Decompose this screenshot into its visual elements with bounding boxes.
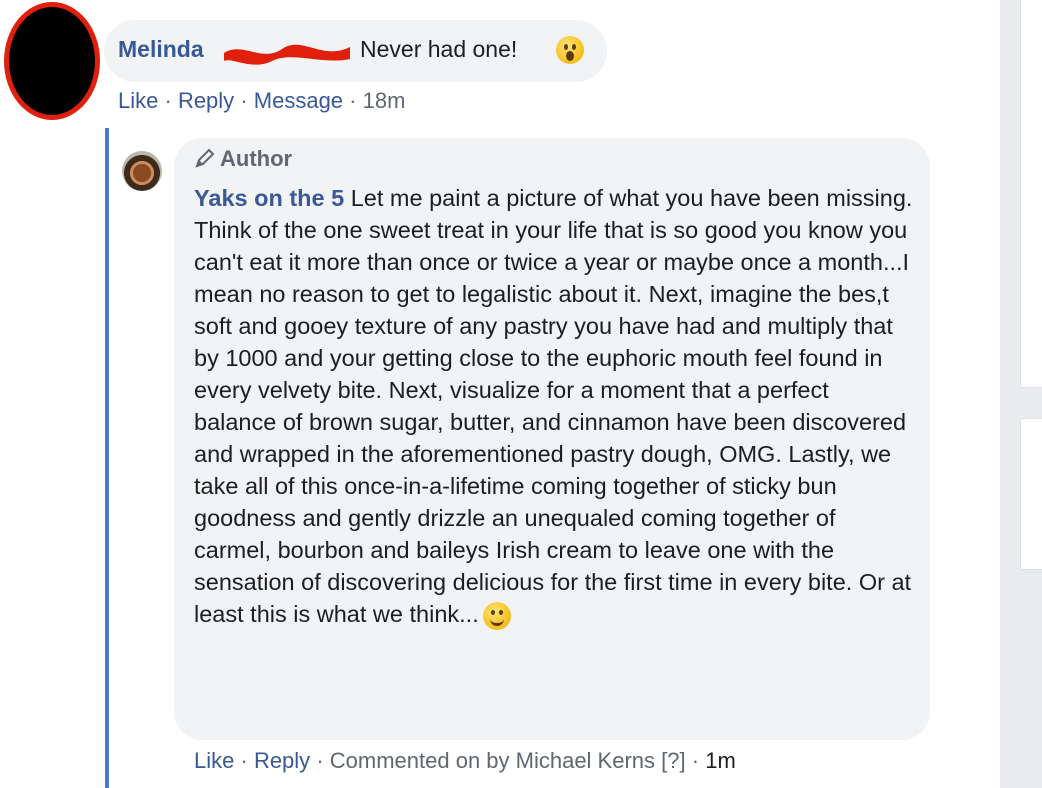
like-link[interactable]: Like [194,748,234,773]
commented-by-text: Commented on by Michael Kerns [329,748,656,773]
separator: · [240,748,248,773]
smile-emoji-icon [482,601,511,630]
timestamp[interactable]: 18m [363,88,406,113]
comment-author-link[interactable]: Melinda [118,36,204,63]
sidebar-card [1020,0,1042,388]
author-badge-label: Author [220,146,293,171]
separator: · [349,88,357,113]
sidebar-card [1020,418,1042,570]
avatar-redacted[interactable] [4,2,100,120]
like-link[interactable]: Like [118,88,158,113]
separator: · [691,748,700,773]
reply-body: Yaks on the 5 Let me paint a picture of … [194,182,916,630]
pencil-icon [195,148,215,168]
reply-link[interactable]: Reply [254,748,310,773]
redaction-scribble [224,44,350,65]
separator: · [164,88,172,113]
message-link[interactable]: Message [254,88,343,113]
comment-text: Never had one! [360,36,518,62]
reply-actions: Like · Reply · Commented on by Michael K… [194,748,736,774]
reply-text: Let me paint a picture of what you have … [194,185,913,627]
separator: · [240,88,248,113]
reply-link[interactable]: Reply [178,88,234,113]
separator: · [316,748,324,773]
reply-author-link[interactable]: Yaks on the 5 [194,185,344,211]
thread-indicator [105,128,109,788]
avatar[interactable] [122,151,162,191]
open-mouth-emoji-icon [556,36,584,64]
timestamp[interactable]: 1m [705,748,736,773]
author-badge: Author [194,146,292,172]
help-link[interactable]: [?] [661,748,685,773]
comment-actions: Like · Reply · Message · 18m [118,88,405,114]
